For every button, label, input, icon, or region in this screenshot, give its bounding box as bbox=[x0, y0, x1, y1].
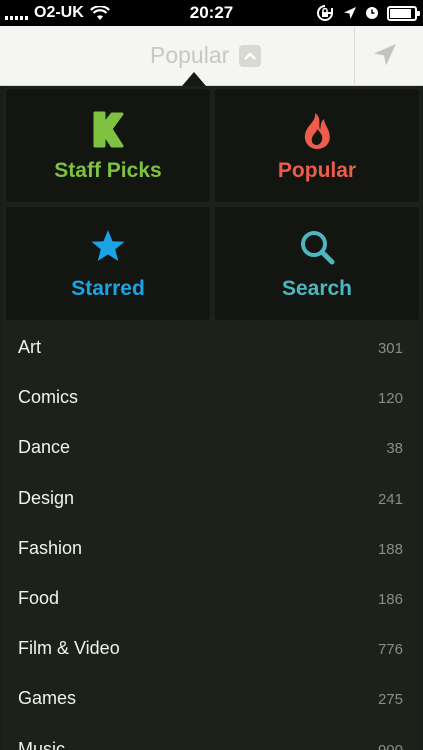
kickstarter-k-icon bbox=[6, 111, 210, 151]
category-row-film-video[interactable]: Film & Video 776 bbox=[3, 624, 420, 674]
nearby-button[interactable] bbox=[372, 42, 398, 73]
category-count: 900 bbox=[377, 741, 403, 750]
nav-title: Popular bbox=[150, 42, 230, 68]
location-arrow-icon bbox=[344, 7, 356, 19]
category-row-games[interactable]: Games 275 bbox=[3, 674, 420, 724]
category-name: Games bbox=[18, 688, 77, 709]
menu-caret bbox=[182, 72, 206, 86]
category-menu: Staff Picks Popular Starred Search Art 3… bbox=[3, 86, 420, 750]
search-icon bbox=[215, 229, 419, 269]
category-name: Food bbox=[18, 587, 60, 608]
category-name: Music bbox=[18, 738, 66, 750]
flame-icon bbox=[215, 111, 419, 151]
location-arrow-icon bbox=[374, 44, 396, 66]
category-count: 301 bbox=[377, 340, 403, 357]
popular-tile[interactable]: Popular bbox=[215, 89, 419, 202]
tile-label: Search bbox=[281, 277, 353, 300]
chevron-up-icon bbox=[239, 44, 262, 67]
tile-label: Popular bbox=[277, 159, 357, 182]
category-row-art[interactable]: Art 301 bbox=[3, 323, 420, 373]
category-name: Film & Video bbox=[18, 638, 120, 659]
staff-picks-tile[interactable]: Staff Picks bbox=[6, 89, 210, 202]
category-row-music[interactable]: Music 900 bbox=[3, 725, 420, 750]
status-icons bbox=[315, 4, 420, 22]
category-row-comics[interactable]: Comics 120 bbox=[3, 373, 420, 423]
battery-icon bbox=[387, 5, 420, 21]
category-count: 776 bbox=[377, 641, 403, 659]
category-count: 241 bbox=[377, 490, 403, 508]
category-row-fashion[interactable]: Fashion 188 bbox=[3, 524, 420, 574]
tile-label: Starred bbox=[71, 277, 145, 300]
category-count: 188 bbox=[377, 540, 403, 558]
category-name: Design bbox=[18, 487, 75, 508]
nav-divider bbox=[354, 26, 355, 86]
search-tile[interactable]: Search bbox=[215, 207, 419, 320]
category-name: Art bbox=[18, 337, 42, 357]
status-bar: O2-UK 20:27 bbox=[0, 0, 423, 26]
category-name: Comics bbox=[18, 387, 79, 408]
category-row-dance[interactable]: Dance 38 bbox=[3, 423, 420, 473]
starred-tile[interactable]: Starred bbox=[6, 207, 210, 320]
alarm-clock-icon bbox=[366, 7, 378, 19]
category-list: Art 301 Comics 120 Dance 38 Design 241 F… bbox=[3, 323, 420, 750]
category-title-button[interactable]: Popular bbox=[150, 42, 262, 69]
category-row-food[interactable]: Food 186 bbox=[3, 574, 420, 624]
category-name: Fashion bbox=[18, 537, 83, 558]
category-count: 38 bbox=[386, 440, 403, 458]
nav-bar: Popular bbox=[0, 26, 423, 86]
category-name: Dance bbox=[18, 437, 71, 458]
rotation-lock-icon bbox=[317, 5, 333, 21]
category-count: 275 bbox=[377, 691, 403, 709]
category-count: 186 bbox=[377, 590, 403, 608]
category-row-design[interactable]: Design 241 bbox=[3, 474, 420, 524]
category-count: 120 bbox=[377, 390, 403, 408]
star-icon bbox=[6, 229, 210, 269]
tile-label: Staff Picks bbox=[54, 159, 162, 182]
